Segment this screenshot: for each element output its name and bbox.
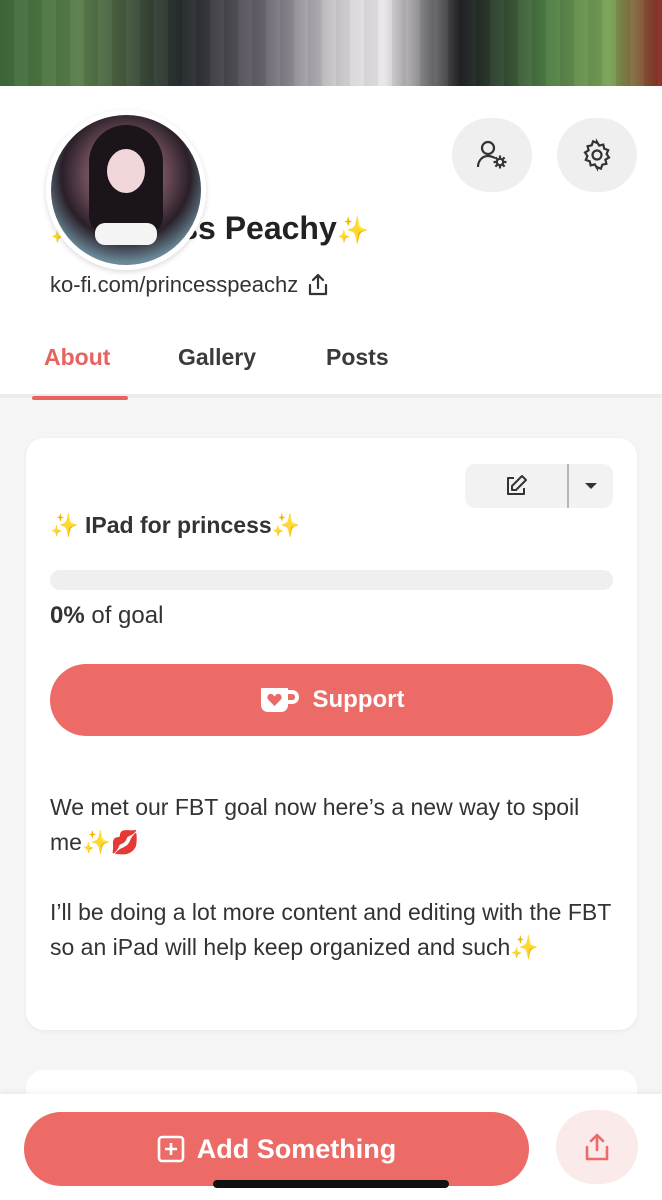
goal-edit-controls [465,464,613,508]
share-icon[interactable] [306,272,330,298]
settings-button[interactable] [557,118,637,192]
profile-header: ✨Princess Peachy✨ ko-fi.com/princesspeac… [0,86,662,400]
goal-percent-suffix: of goal [91,602,164,629]
edit-goal-button[interactable] [465,464,567,508]
goal-percent: 0% of goal [50,602,163,630]
profile-avatar[interactable] [46,110,206,270]
support-label: Support [312,686,405,713]
add-something-button[interactable]: Add Something [24,1112,529,1186]
home-indicator [213,1180,449,1188]
support-button[interactable]: Support [50,664,613,736]
caret-down-icon [585,483,597,489]
goal-card: ✨ IPad for princess✨ 0% of goal Support … [26,438,637,1030]
share-button[interactable] [556,1110,638,1184]
bottom-action-bar: Add Something [0,1094,662,1200]
profile-url[interactable]: ko-fi.com/princesspeachz [50,272,298,298]
profile-tabs: About Gallery Posts [0,340,662,400]
goal-description-p2: I’ll be doing a lot more content and edi… [50,899,611,960]
tab-about[interactable]: About [44,344,110,371]
kofi-cup-icon [260,688,299,712]
tab-posts[interactable]: Posts [326,344,389,371]
goal-progress-bar [50,570,613,590]
goal-percent-value: 0% [50,602,85,629]
goal-title-text: IPad for princess [85,512,272,538]
sparkle-left: ✨ [50,512,79,538]
share-icon [585,1133,609,1161]
plus-square-icon [157,1135,185,1163]
active-tab-indicator [32,396,128,400]
sparkle-right: ✨ [271,512,301,538]
goal-options-dropdown[interactable] [569,464,613,508]
goal-description-p1: We met our FBT goal now here’s a new way… [50,794,580,855]
sparkle-right: ✨ [336,215,370,245]
cover-banner [0,0,662,86]
gear-icon [583,138,611,172]
user-gear-icon [476,140,507,169]
goal-title: ✨ IPad for princess✨ [50,512,300,539]
edit-icon [507,475,527,495]
manage-account-button[interactable] [452,118,532,192]
profile-url-row[interactable]: ko-fi.com/princesspeachz [50,272,330,298]
tab-gallery[interactable]: Gallery [178,344,256,371]
goal-description: We met our FBT goal now here’s a new way… [50,790,616,965]
add-something-label: Add Something [196,1133,397,1164]
